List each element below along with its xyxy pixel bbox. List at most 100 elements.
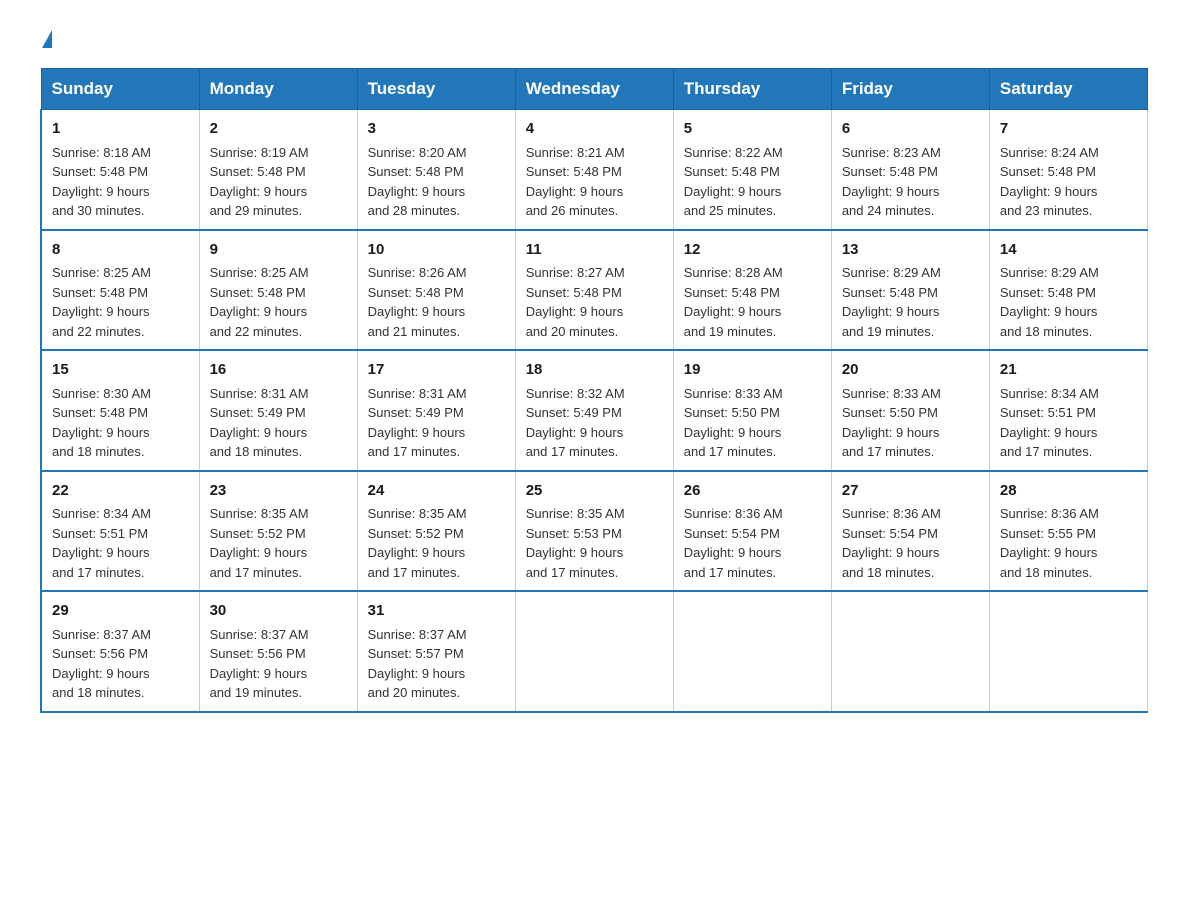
day-info: Sunrise: 8:35 AMSunset: 5:52 PMDaylight:…	[210, 506, 309, 580]
day-info: Sunrise: 8:29 AMSunset: 5:48 PMDaylight:…	[842, 265, 941, 339]
day-number: 14	[1000, 239, 1137, 262]
day-number: 8	[52, 239, 189, 262]
calendar-cell: 9 Sunrise: 8:25 AMSunset: 5:48 PMDayligh…	[199, 230, 357, 351]
calendar-table: SundayMondayTuesdayWednesdayThursdayFrid…	[40, 68, 1148, 713]
calendar-cell: 7 Sunrise: 8:24 AMSunset: 5:48 PMDayligh…	[989, 110, 1147, 230]
weekday-header-thursday: Thursday	[673, 69, 831, 110]
day-info: Sunrise: 8:24 AMSunset: 5:48 PMDaylight:…	[1000, 145, 1099, 219]
day-info: Sunrise: 8:33 AMSunset: 5:50 PMDaylight:…	[842, 386, 941, 460]
calendar-cell: 5 Sunrise: 8:22 AMSunset: 5:48 PMDayligh…	[673, 110, 831, 230]
logo	[40, 30, 52, 48]
calendar-cell: 10 Sunrise: 8:26 AMSunset: 5:48 PMDaylig…	[357, 230, 515, 351]
calendar-week-row: 29 Sunrise: 8:37 AMSunset: 5:56 PMDaylig…	[41, 591, 1148, 712]
calendar-cell: 25 Sunrise: 8:35 AMSunset: 5:53 PMDaylig…	[515, 471, 673, 592]
day-info: Sunrise: 8:37 AMSunset: 5:56 PMDaylight:…	[52, 627, 151, 701]
day-number: 11	[526, 239, 663, 262]
day-info: Sunrise: 8:35 AMSunset: 5:53 PMDaylight:…	[526, 506, 625, 580]
day-info: Sunrise: 8:23 AMSunset: 5:48 PMDaylight:…	[842, 145, 941, 219]
calendar-cell: 12 Sunrise: 8:28 AMSunset: 5:48 PMDaylig…	[673, 230, 831, 351]
day-info: Sunrise: 8:37 AMSunset: 5:56 PMDaylight:…	[210, 627, 309, 701]
day-info: Sunrise: 8:32 AMSunset: 5:49 PMDaylight:…	[526, 386, 625, 460]
weekday-header-tuesday: Tuesday	[357, 69, 515, 110]
day-info: Sunrise: 8:18 AMSunset: 5:48 PMDaylight:…	[52, 145, 151, 219]
day-number: 1	[52, 118, 189, 141]
day-number: 29	[52, 600, 189, 623]
day-number: 18	[526, 359, 663, 382]
day-number: 16	[210, 359, 347, 382]
day-number: 13	[842, 239, 979, 262]
day-info: Sunrise: 8:25 AMSunset: 5:48 PMDaylight:…	[210, 265, 309, 339]
calendar-cell	[673, 591, 831, 712]
calendar-week-row: 8 Sunrise: 8:25 AMSunset: 5:48 PMDayligh…	[41, 230, 1148, 351]
day-info: Sunrise: 8:20 AMSunset: 5:48 PMDaylight:…	[368, 145, 467, 219]
day-info: Sunrise: 8:34 AMSunset: 5:51 PMDaylight:…	[52, 506, 151, 580]
day-number: 6	[842, 118, 979, 141]
day-number: 31	[368, 600, 505, 623]
calendar-week-row: 1 Sunrise: 8:18 AMSunset: 5:48 PMDayligh…	[41, 110, 1148, 230]
calendar-body: 1 Sunrise: 8:18 AMSunset: 5:48 PMDayligh…	[41, 110, 1148, 712]
calendar-cell: 31 Sunrise: 8:37 AMSunset: 5:57 PMDaylig…	[357, 591, 515, 712]
calendar-cell	[515, 591, 673, 712]
calendar-cell: 18 Sunrise: 8:32 AMSunset: 5:49 PMDaylig…	[515, 350, 673, 471]
calendar-cell: 2 Sunrise: 8:19 AMSunset: 5:48 PMDayligh…	[199, 110, 357, 230]
calendar-cell	[989, 591, 1147, 712]
weekday-header-sunday: Sunday	[41, 69, 199, 110]
day-info: Sunrise: 8:36 AMSunset: 5:54 PMDaylight:…	[842, 506, 941, 580]
day-info: Sunrise: 8:33 AMSunset: 5:50 PMDaylight:…	[684, 386, 783, 460]
calendar-cell: 11 Sunrise: 8:27 AMSunset: 5:48 PMDaylig…	[515, 230, 673, 351]
weekday-header-friday: Friday	[831, 69, 989, 110]
day-number: 3	[368, 118, 505, 141]
weekday-header-monday: Monday	[199, 69, 357, 110]
calendar-cell: 13 Sunrise: 8:29 AMSunset: 5:48 PMDaylig…	[831, 230, 989, 351]
day-number: 5	[684, 118, 821, 141]
calendar-cell: 28 Sunrise: 8:36 AMSunset: 5:55 PMDaylig…	[989, 471, 1147, 592]
day-number: 23	[210, 480, 347, 503]
day-info: Sunrise: 8:35 AMSunset: 5:52 PMDaylight:…	[368, 506, 467, 580]
calendar-header: SundayMondayTuesdayWednesdayThursdayFrid…	[41, 69, 1148, 110]
day-info: Sunrise: 8:36 AMSunset: 5:54 PMDaylight:…	[684, 506, 783, 580]
day-number: 22	[52, 480, 189, 503]
calendar-cell: 30 Sunrise: 8:37 AMSunset: 5:56 PMDaylig…	[199, 591, 357, 712]
calendar-cell: 4 Sunrise: 8:21 AMSunset: 5:48 PMDayligh…	[515, 110, 673, 230]
day-info: Sunrise: 8:31 AMSunset: 5:49 PMDaylight:…	[368, 386, 467, 460]
weekday-header-saturday: Saturday	[989, 69, 1147, 110]
day-number: 26	[684, 480, 821, 503]
day-number: 28	[1000, 480, 1137, 503]
day-info: Sunrise: 8:37 AMSunset: 5:57 PMDaylight:…	[368, 627, 467, 701]
calendar-cell	[831, 591, 989, 712]
calendar-cell: 26 Sunrise: 8:36 AMSunset: 5:54 PMDaylig…	[673, 471, 831, 592]
day-info: Sunrise: 8:25 AMSunset: 5:48 PMDaylight:…	[52, 265, 151, 339]
day-number: 30	[210, 600, 347, 623]
calendar-cell: 19 Sunrise: 8:33 AMSunset: 5:50 PMDaylig…	[673, 350, 831, 471]
day-info: Sunrise: 8:28 AMSunset: 5:48 PMDaylight:…	[684, 265, 783, 339]
day-info: Sunrise: 8:27 AMSunset: 5:48 PMDaylight:…	[526, 265, 625, 339]
calendar-cell: 27 Sunrise: 8:36 AMSunset: 5:54 PMDaylig…	[831, 471, 989, 592]
calendar-cell: 24 Sunrise: 8:35 AMSunset: 5:52 PMDaylig…	[357, 471, 515, 592]
day-number: 19	[684, 359, 821, 382]
calendar-cell: 16 Sunrise: 8:31 AMSunset: 5:49 PMDaylig…	[199, 350, 357, 471]
day-number: 9	[210, 239, 347, 262]
day-info: Sunrise: 8:29 AMSunset: 5:48 PMDaylight:…	[1000, 265, 1099, 339]
calendar-cell: 20 Sunrise: 8:33 AMSunset: 5:50 PMDaylig…	[831, 350, 989, 471]
day-number: 4	[526, 118, 663, 141]
day-number: 25	[526, 480, 663, 503]
calendar-cell: 23 Sunrise: 8:35 AMSunset: 5:52 PMDaylig…	[199, 471, 357, 592]
calendar-cell: 15 Sunrise: 8:30 AMSunset: 5:48 PMDaylig…	[41, 350, 199, 471]
day-number: 21	[1000, 359, 1137, 382]
day-info: Sunrise: 8:22 AMSunset: 5:48 PMDaylight:…	[684, 145, 783, 219]
day-info: Sunrise: 8:31 AMSunset: 5:49 PMDaylight:…	[210, 386, 309, 460]
day-info: Sunrise: 8:34 AMSunset: 5:51 PMDaylight:…	[1000, 386, 1099, 460]
calendar-cell: 21 Sunrise: 8:34 AMSunset: 5:51 PMDaylig…	[989, 350, 1147, 471]
day-number: 10	[368, 239, 505, 262]
day-info: Sunrise: 8:30 AMSunset: 5:48 PMDaylight:…	[52, 386, 151, 460]
day-info: Sunrise: 8:21 AMSunset: 5:48 PMDaylight:…	[526, 145, 625, 219]
calendar-cell: 1 Sunrise: 8:18 AMSunset: 5:48 PMDayligh…	[41, 110, 199, 230]
weekday-header-wednesday: Wednesday	[515, 69, 673, 110]
calendar-cell: 29 Sunrise: 8:37 AMSunset: 5:56 PMDaylig…	[41, 591, 199, 712]
calendar-week-row: 22 Sunrise: 8:34 AMSunset: 5:51 PMDaylig…	[41, 471, 1148, 592]
weekday-header-row: SundayMondayTuesdayWednesdayThursdayFrid…	[41, 69, 1148, 110]
day-number: 2	[210, 118, 347, 141]
calendar-cell: 6 Sunrise: 8:23 AMSunset: 5:48 PMDayligh…	[831, 110, 989, 230]
calendar-cell: 8 Sunrise: 8:25 AMSunset: 5:48 PMDayligh…	[41, 230, 199, 351]
calendar-cell: 22 Sunrise: 8:34 AMSunset: 5:51 PMDaylig…	[41, 471, 199, 592]
